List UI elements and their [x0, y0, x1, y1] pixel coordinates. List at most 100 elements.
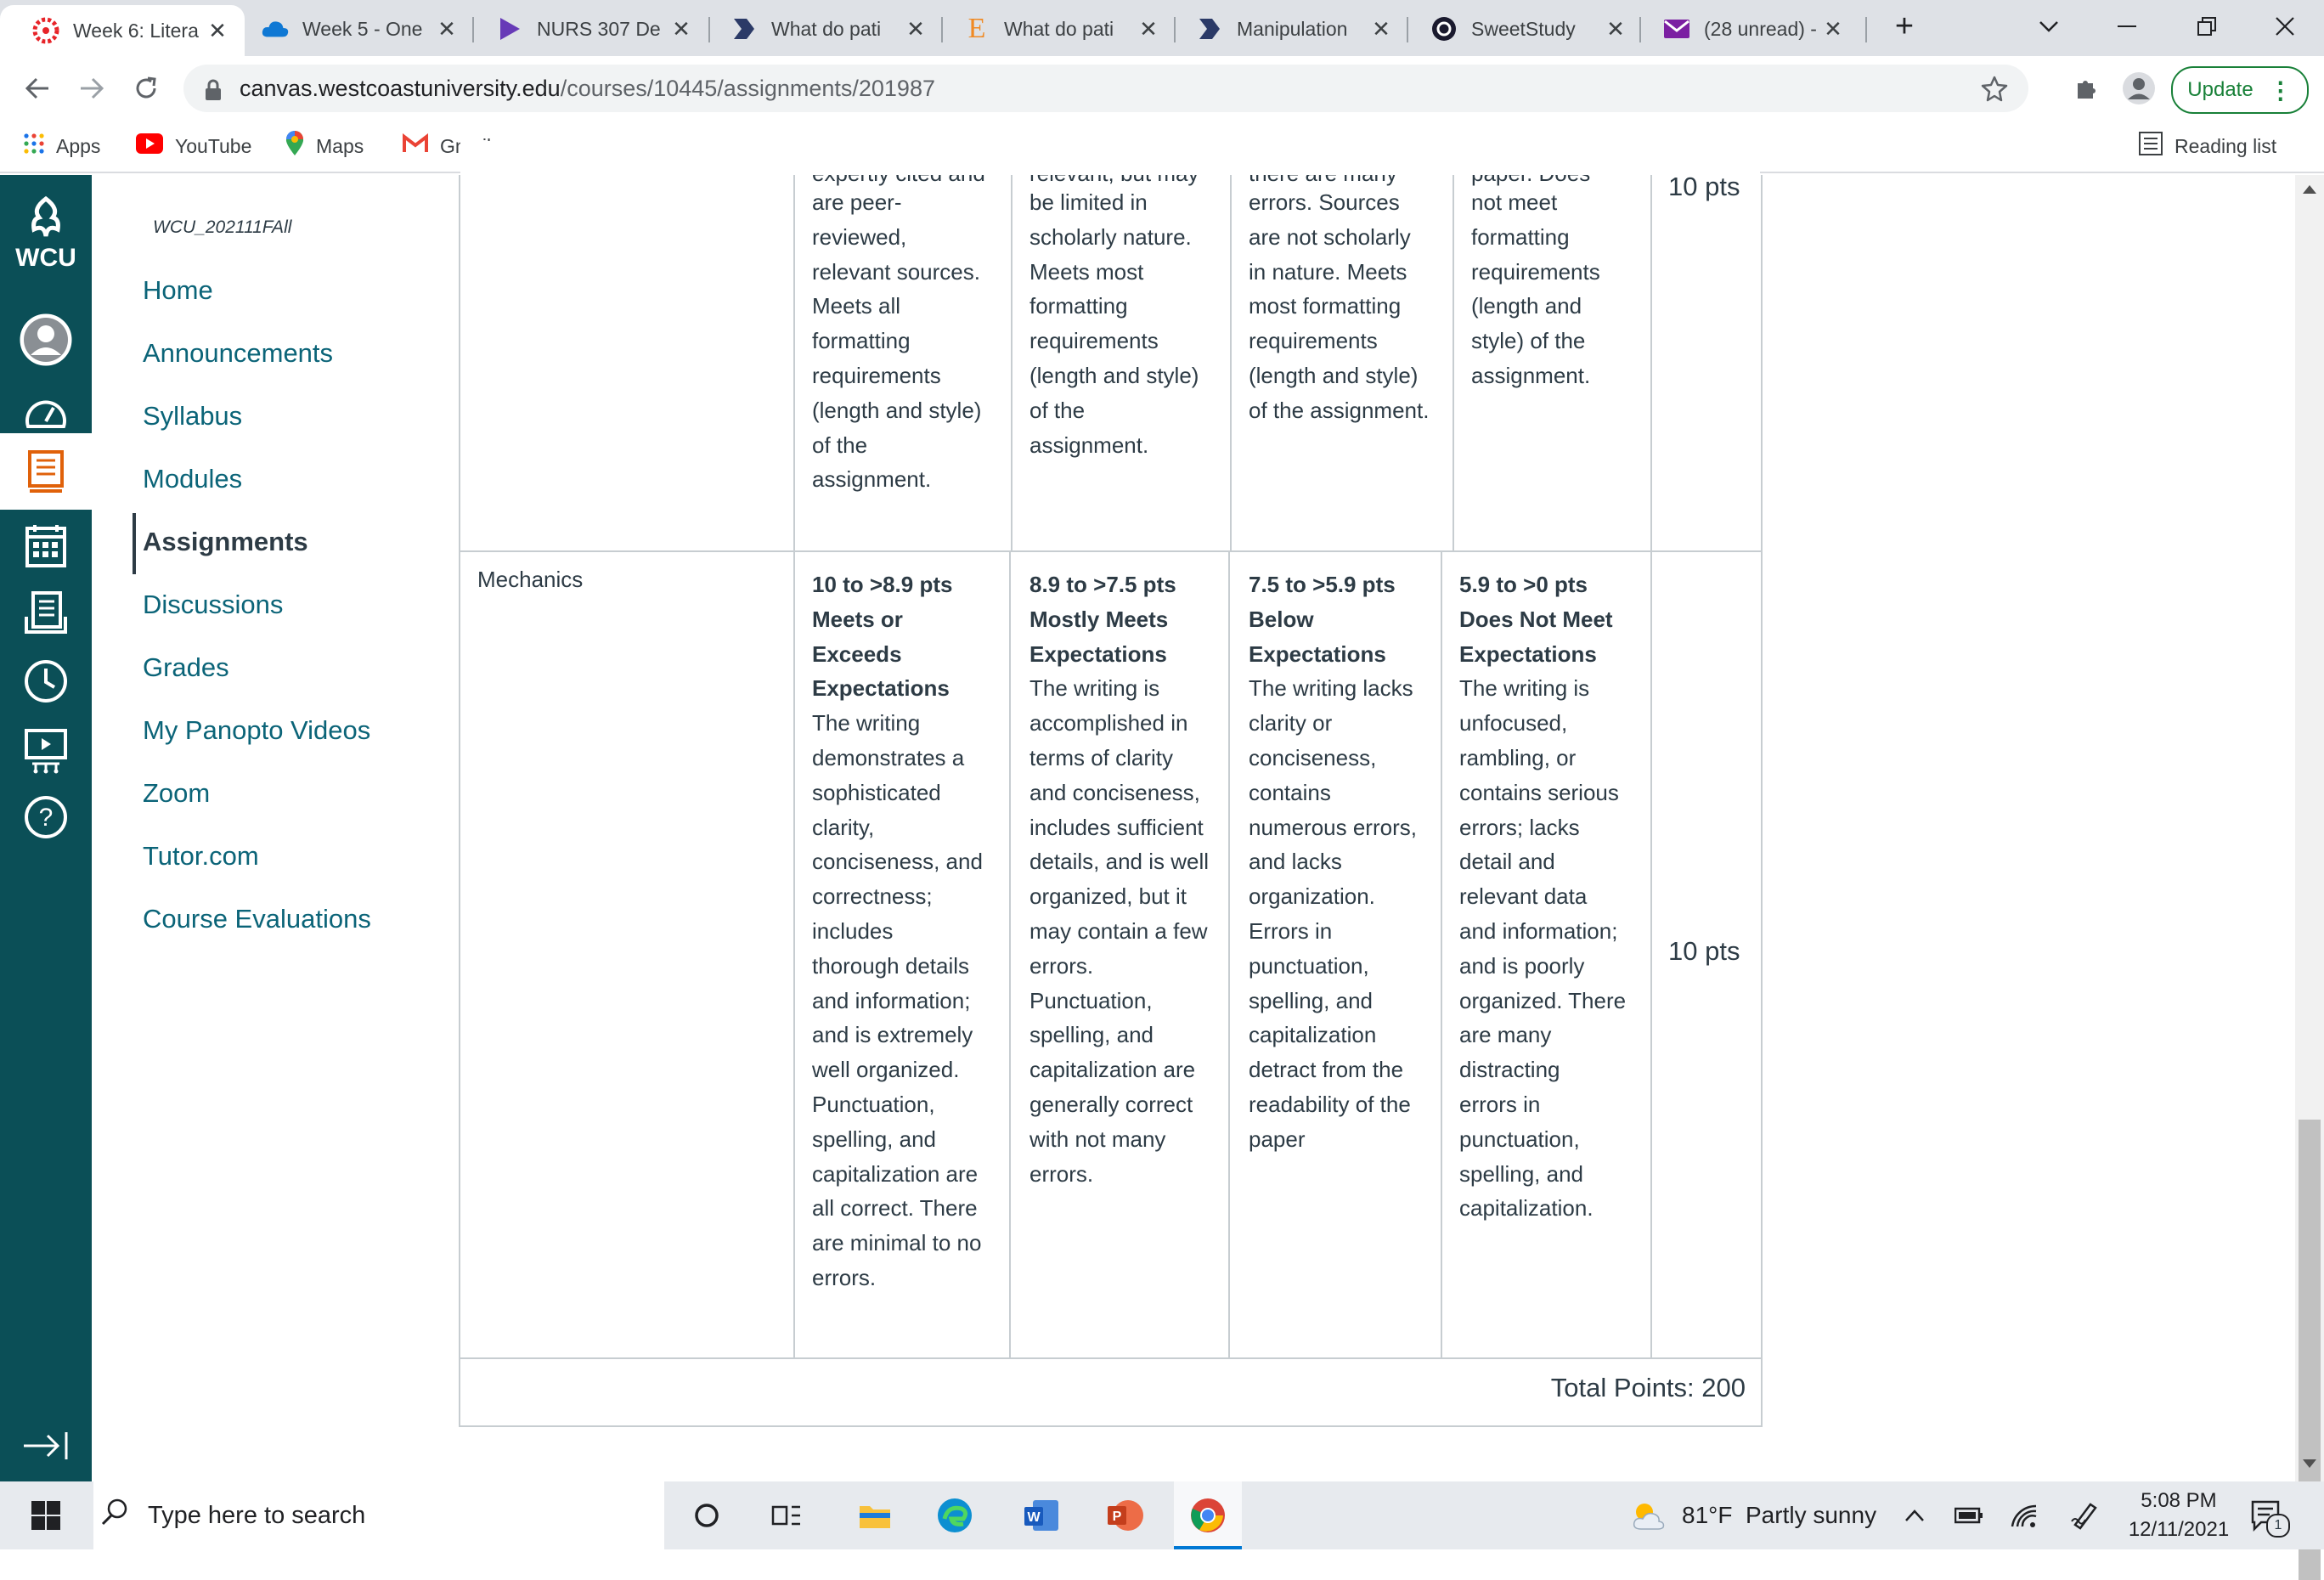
- task-view-icon[interactable]: [763, 1492, 810, 1539]
- course-nav-evaluations[interactable]: Course Evaluations: [143, 904, 371, 934]
- youtube-icon: [136, 133, 163, 159]
- tab-nurs-307[interactable]: NURS 307 De ✕: [464, 5, 708, 53]
- rating-title-line: Below: [1249, 606, 1314, 632]
- close-icon[interactable]: ✕: [669, 16, 693, 42]
- close-icon[interactable]: ✕: [1604, 16, 1627, 42]
- page-scrollbar[interactable]: [2295, 175, 2324, 1580]
- rating-description-line: clarity or: [1249, 710, 1333, 736]
- rating-description-line: errors.: [1029, 952, 1094, 979]
- course-nav-syllabus[interactable]: Syllabus: [143, 401, 242, 432]
- rating-description-line: includes sufficient: [1029, 814, 1204, 840]
- tab-manipulation[interactable]: Manipulation ✕: [1164, 5, 1408, 53]
- profile-avatar-icon[interactable]: [2118, 68, 2159, 109]
- inbox-icon[interactable]: [17, 584, 75, 642]
- wcu-logo[interactable]: WCU: [7, 195, 85, 280]
- rating-description-line: readability of the: [1249, 1092, 1411, 1117]
- close-icon[interactable]: ✕: [1369, 16, 1393, 42]
- course-nav-panopto[interactable]: My Panopto Videos: [143, 715, 370, 746]
- taskbar-search-box[interactable]: Type here to search: [93, 1481, 664, 1549]
- rubric-divider: [793, 175, 795, 552]
- edge-icon[interactable]: [931, 1492, 979, 1539]
- new-tab-button[interactable]: +: [1862, 0, 1947, 53]
- courses-icon[interactable]: [17, 443, 75, 501]
- tab-mail[interactable]: (28 unread) - ✕: [1631, 5, 1860, 53]
- powerpoint-icon[interactable]: P: [1101, 1492, 1148, 1539]
- rating-description-line: reviewed,: [812, 223, 907, 250]
- chrome-icon[interactable]: [1184, 1492, 1232, 1539]
- tab-search-chevron-icon[interactable]: [2006, 0, 2091, 53]
- extensions-puzzle-icon[interactable]: [2066, 68, 2107, 109]
- weather-text[interactable]: 81°F Partly sunny: [1682, 1502, 1876, 1529]
- course-nav-zoom[interactable]: Zoom: [143, 778, 210, 809]
- rating-description-line: (length and: [1471, 293, 1582, 319]
- bookmark-youtube[interactable]: YouTube: [136, 121, 251, 172]
- course-nav-tutor[interactable]: Tutor.com: [143, 841, 259, 872]
- close-icon[interactable]: ✕: [206, 18, 229, 43]
- tab-what-do-patients-1[interactable]: What do pati ✕: [698, 5, 943, 53]
- studio-icon[interactable]: [17, 722, 75, 780]
- rating-description-line: and is extremely: [812, 1022, 973, 1048]
- reload-icon[interactable]: [126, 68, 166, 109]
- star-bookmark-icon[interactable]: [1981, 75, 2008, 106]
- close-icon[interactable]: ✕: [1821, 16, 1845, 42]
- course-nav-home[interactable]: Home: [143, 275, 213, 306]
- weather-partly-sunny-icon[interactable]: [1624, 1492, 1672, 1539]
- bookmark-maps[interactable]: Maps: [285, 121, 364, 172]
- play-icon: [496, 15, 523, 42]
- tab-sweetstudy[interactable]: SweetStudy ✕: [1398, 5, 1643, 53]
- history-icon[interactable]: [17, 652, 75, 710]
- rating-description-line: includes: [812, 918, 894, 944]
- taskbar-clock[interactable]: 5:08 PM 12/11/2021: [2115, 1487, 2242, 1544]
- help-icon[interactable]: ?: [17, 788, 75, 846]
- reading-list-button[interactable]: Reading list: [2139, 121, 2276, 172]
- back-arrow-icon[interactable]: [17, 68, 58, 109]
- rating-description-line: Meets all: [812, 293, 901, 319]
- update-button[interactable]: Update ⋮: [2171, 66, 2309, 114]
- course-nav-discussions[interactable]: Discussions: [143, 590, 283, 620]
- notifications-icon[interactable]: 1: [2242, 1492, 2290, 1539]
- close-window-icon[interactable]: [2242, 0, 2324, 53]
- tab-title: (28 unread) -: [1704, 17, 1817, 40]
- course-nav-modules[interactable]: Modules: [143, 464, 242, 494]
- wifi-icon[interactable]: [2001, 1492, 2049, 1539]
- collapse-nav-icon[interactable]: [17, 1417, 75, 1475]
- scroll-up-icon[interactable]: [2303, 185, 2316, 194]
- account-icon[interactable]: [17, 311, 75, 369]
- rating-description-line: are not scholarly: [1249, 223, 1411, 250]
- rating-description-line: thorough details: [812, 952, 970, 979]
- forward-arrow-icon[interactable]: [71, 68, 112, 109]
- windows-start-icon[interactable]: [22, 1492, 70, 1539]
- file-explorer-icon[interactable]: [851, 1492, 899, 1539]
- cortana-icon[interactable]: [683, 1492, 730, 1539]
- tab-week-6[interactable]: Week 6: Litera ✕: [0, 5, 245, 56]
- rubric-divider: [1650, 175, 1652, 1359]
- dashboard-icon[interactable]: [17, 384, 75, 442]
- close-icon[interactable]: ✕: [1137, 16, 1160, 42]
- restore-icon[interactable]: [2164, 0, 2249, 53]
- course-nav-assignments[interactable]: Assignments: [143, 527, 308, 557]
- maps-pin-icon: [285, 131, 304, 161]
- minimize-icon[interactable]: [2084, 0, 2169, 53]
- show-hidden-icons-chevron-icon[interactable]: [1891, 1492, 1938, 1539]
- scroll-down-icon[interactable]: [2303, 1459, 2316, 1468]
- course-nav-announcements[interactable]: Announcements: [143, 338, 333, 369]
- tab-title: What do pati: [1004, 17, 1114, 40]
- calendar-icon[interactable]: [17, 516, 75, 574]
- course-nav-grades[interactable]: Grades: [143, 652, 229, 683]
- address-bar[interactable]: canvas.westcoastuniversity.edu/courses/1…: [183, 65, 2028, 112]
- close-icon[interactable]: ✕: [435, 16, 459, 42]
- rubric-divider: [1452, 175, 1454, 552]
- tab-week-5[interactable]: Week 5 - One ✕: [229, 5, 474, 53]
- battery-icon[interactable]: [1945, 1492, 1993, 1539]
- rating-description-line: requirements: [1029, 328, 1159, 354]
- bookmark-apps[interactable]: Apps: [24, 121, 100, 172]
- close-icon[interactable]: ✕: [904, 16, 928, 42]
- rating-description-line: The writing is: [1459, 675, 1590, 702]
- pen-ink-icon[interactable]: [2061, 1492, 2108, 1539]
- rating-description-line: scholarly nature.: [1029, 223, 1192, 250]
- rating-description-line: assignment.: [1029, 432, 1149, 458]
- rating-description-line: capitalization are: [1029, 1057, 1196, 1083]
- rating-description-line: all correct. There: [812, 1195, 978, 1222]
- tab-what-do-patients-2[interactable]: E What do pati ✕: [931, 5, 1176, 53]
- word-icon[interactable]: W: [1018, 1492, 1065, 1539]
